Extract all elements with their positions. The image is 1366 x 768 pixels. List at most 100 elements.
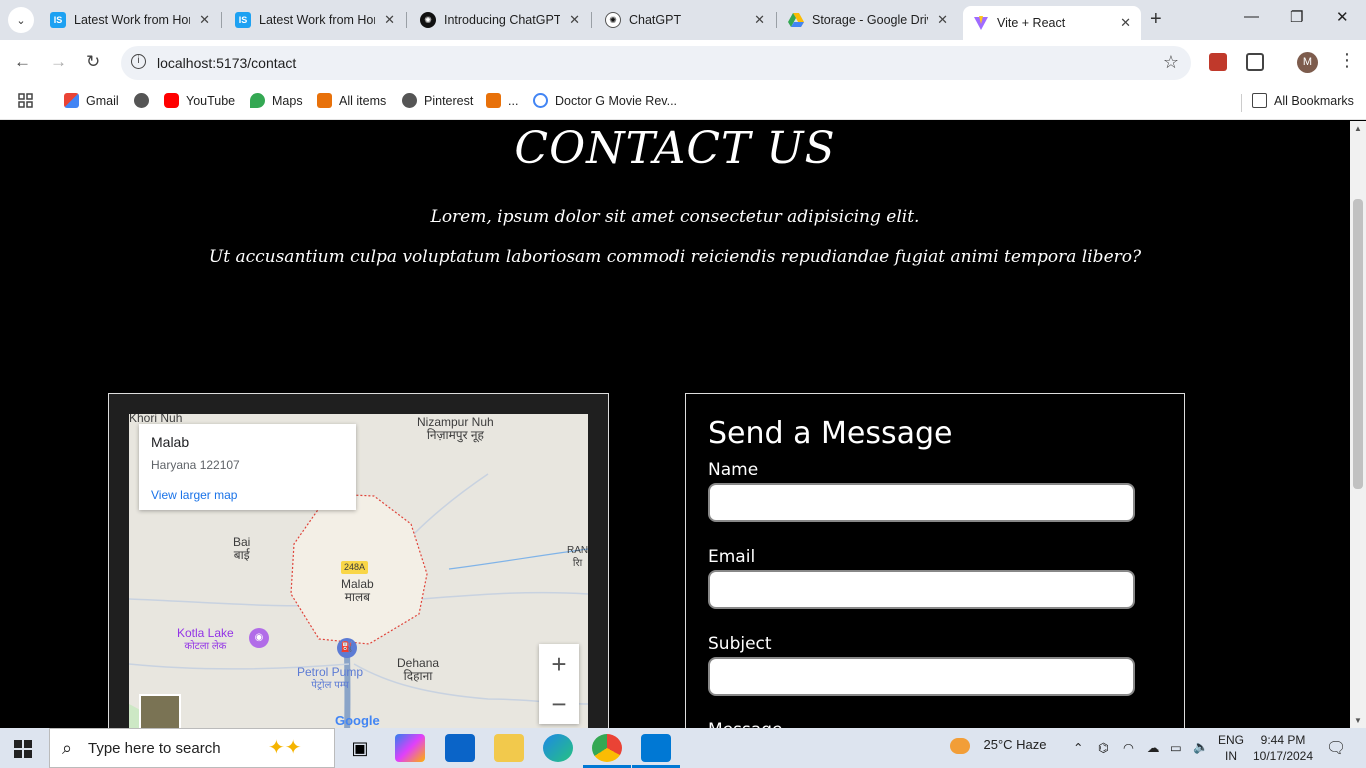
- mail-icon[interactable]: [445, 734, 475, 762]
- name-label: Name: [708, 460, 759, 480]
- lake-pin-icon[interactable]: ◉: [249, 628, 269, 648]
- tab-divider: [221, 12, 222, 28]
- tab-6-active[interactable]: Vite + React ✕: [963, 6, 1141, 40]
- google-map[interactable]: Khori Nuh Nizampur Nuh निज़ामपुर नूह Bai ब…: [129, 414, 588, 728]
- map-container: Khori Nuh Nizampur Nuh निज़ामपुर नूह Bai ब…: [108, 393, 609, 728]
- windows-taskbar: ⌕ Type here to search ✦✦ ▣ 25°C Haze ⌃ ⌬…: [0, 728, 1366, 768]
- apps-grid-icon[interactable]: [18, 93, 33, 108]
- all-bookmarks[interactable]: All Bookmarks: [1252, 93, 1354, 108]
- minimize-icon[interactable]: —: [1244, 8, 1259, 25]
- tab-divider: [591, 12, 592, 28]
- name-field[interactable]: [708, 483, 1135, 522]
- subject-field[interactable]: [708, 657, 1135, 696]
- copilot-icon[interactable]: [395, 734, 425, 762]
- address-bar[interactable]: i localhost:5173/contact ☆: [121, 46, 1191, 80]
- new-tab-button[interactable]: +: [1150, 8, 1162, 31]
- tab-5[interactable]: Storage - Google Driv ✕: [778, 6, 958, 34]
- back-icon[interactable]: ←: [14, 52, 31, 72]
- tab-1[interactable]: IS Latest Work from Hor ✕: [40, 6, 220, 34]
- wifi-icon[interactable]: ◠: [1123, 740, 1134, 755]
- clock[interactable]: 9:44 PM 10/17/2024: [1252, 732, 1314, 764]
- google-drive-icon: [788, 12, 804, 28]
- notifications-icon[interactable]: 🗨: [1326, 738, 1346, 758]
- bookmarks-divider: [1241, 94, 1242, 112]
- bookmarks-bar: Gmail YouTube Maps All items Pinterest .…: [0, 86, 1366, 120]
- url-text[interactable]: localhost:5173/contact: [157, 55, 296, 71]
- site-info-icon[interactable]: i: [131, 54, 146, 69]
- zoom-out-button[interactable]: −: [539, 684, 579, 724]
- time-text: 9:44 PM: [1260, 733, 1306, 747]
- bookmark-pinterest[interactable]: Pinterest: [402, 93, 473, 108]
- fuel-pin-icon[interactable]: ⛽: [337, 638, 357, 658]
- windows-start-icon[interactable]: [14, 740, 32, 763]
- more-menu-icon[interactable]: ⋮: [1338, 50, 1356, 71]
- close-icon[interactable]: ✕: [199, 12, 210, 28]
- bookmark-all-items[interactable]: All items: [317, 93, 386, 108]
- bookmark-star-icon[interactable]: ☆: [1163, 52, 1179, 73]
- bookmark-youtube[interactable]: YouTube: [164, 93, 235, 108]
- cloud-icon[interactable]: ☁: [1147, 740, 1160, 755]
- google-logo: Google: [335, 713, 380, 728]
- view-larger-map-link[interactable]: View larger map: [151, 488, 344, 502]
- bookmark-label: Pinterest: [424, 93, 474, 108]
- profile-avatar[interactable]: M: [1297, 52, 1318, 73]
- close-icon[interactable]: ✕: [754, 12, 765, 28]
- tab-3[interactable]: ✺ Introducing ChatGPT ✕: [410, 6, 590, 34]
- browser-toolbar: ← → ↻ i localhost:5173/contact ☆ M ⋮: [0, 40, 1366, 86]
- reload-icon[interactable]: ↻: [86, 52, 100, 72]
- satellite-layer-toggle[interactable]: [139, 694, 181, 728]
- is-icon: IS: [235, 12, 251, 28]
- taskbar-search[interactable]: ⌕ Type here to search ✦✦: [49, 728, 335, 768]
- close-icon[interactable]: ✕: [937, 12, 948, 28]
- bookmark-more[interactable]: ...: [486, 93, 518, 108]
- chrome-icon[interactable]: [592, 734, 622, 762]
- globe-icon: [402, 93, 417, 108]
- scroll-down-icon[interactable]: ▼: [1354, 716, 1362, 725]
- scrollbar-thumb[interactable]: [1353, 199, 1363, 489]
- bookmark-maps[interactable]: Maps: [250, 93, 303, 108]
- restore-icon[interactable]: ❐: [1290, 8, 1303, 26]
- copilot-sparkle-icon: ✦✦: [268, 737, 302, 759]
- puzzle-extensions-icon[interactable]: [1246, 53, 1264, 71]
- edge-icon[interactable]: [543, 734, 573, 762]
- vscode-icon[interactable]: [641, 734, 671, 762]
- bookmark-label: YouTube: [186, 93, 236, 108]
- bookmark-globe[interactable]: [134, 93, 156, 108]
- network-icon[interactable]: ⌬: [1098, 740, 1109, 755]
- close-window-icon[interactable]: ✕: [1336, 8, 1349, 26]
- google-icon: [533, 93, 548, 108]
- map-label: Bai बाई: [233, 535, 251, 562]
- email-field[interactable]: [708, 570, 1135, 609]
- globe-icon: [134, 93, 149, 108]
- close-icon[interactable]: ✕: [569, 12, 580, 28]
- extension-icon[interactable]: [1209, 53, 1227, 71]
- tab-title: Introducing ChatGPT: [444, 13, 560, 27]
- bookmark-label: All Bookmarks: [1274, 93, 1354, 108]
- tab-title: Latest Work from Hor: [74, 13, 190, 27]
- tab-4[interactable]: ✺ ChatGPT ✕: [595, 6, 775, 34]
- maps-icon: [250, 93, 265, 108]
- zoom-in-button[interactable]: +: [539, 644, 579, 684]
- chevron-up-icon[interactable]: ⌃: [1073, 740, 1083, 755]
- lang-text: ENG: [1218, 733, 1245, 747]
- file-explorer-icon[interactable]: [494, 734, 524, 762]
- map-label: Dehana दिहाना: [397, 656, 440, 683]
- battery-icon[interactable]: ▭: [1170, 740, 1182, 755]
- forward-icon[interactable]: →: [50, 52, 67, 72]
- page-scrollbar[interactable]: ▲ ▼: [1350, 121, 1366, 728]
- tab-search-button[interactable]: ⌄: [8, 7, 34, 33]
- language-indicator[interactable]: ENG IN: [1218, 732, 1244, 764]
- bookmark-label: Maps: [272, 93, 303, 108]
- volume-icon[interactable]: 🔈: [1193, 740, 1209, 755]
- task-view-icon[interactable]: ▣: [345, 734, 375, 762]
- map-label: RAN राि: [567, 545, 588, 569]
- weather-widget[interactable]: 25°C Haze: [950, 737, 1047, 754]
- bookmark-gmail[interactable]: Gmail: [64, 93, 119, 108]
- close-icon[interactable]: ✕: [1120, 15, 1131, 31]
- scroll-up-icon[interactable]: ▲: [1354, 124, 1362, 133]
- tab-2[interactable]: IS Latest Work from Hor ✕: [225, 6, 405, 34]
- bookmark-label: Gmail: [86, 93, 119, 108]
- gmail-icon: [64, 93, 79, 108]
- close-icon[interactable]: ✕: [384, 12, 395, 28]
- bookmark-doctor-g[interactable]: Doctor G Movie Rev...: [533, 93, 677, 108]
